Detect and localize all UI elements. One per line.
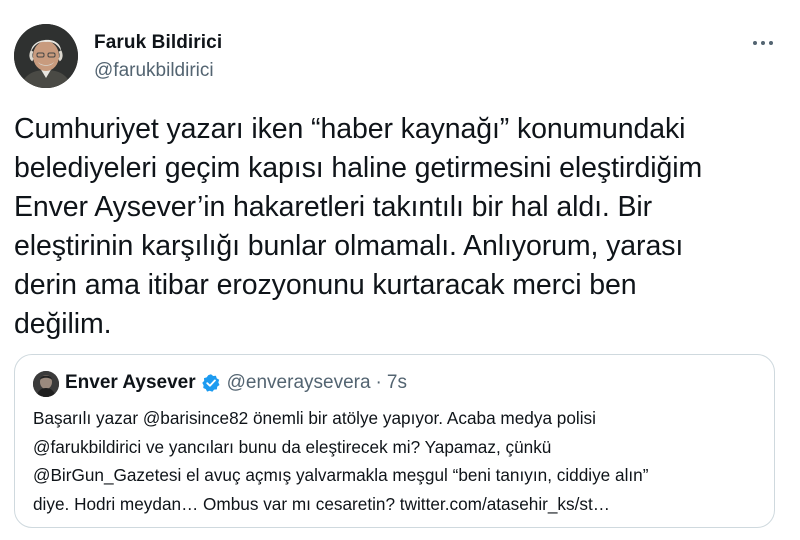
tweet-text-line: Cumhuriyet yazarı iken “haber kaynağı” k…: [14, 113, 686, 145]
quoted-text-line: @BirGun_Gazetesi el avuç açmış yalvarmak…: [33, 465, 649, 486]
author-name[interactable]: Faruk Bildirici: [94, 32, 222, 54]
tweet-text-line: değilim.: [14, 308, 112, 340]
tweet-text: Cumhuriyet yazarı iken “haber kaynağı” k…: [14, 110, 794, 344]
author-avatar[interactable]: [14, 24, 78, 88]
tweet-text-line: belediyeleri geçim kapısı haline getirme…: [14, 152, 703, 184]
quoted-author-avatar[interactable]: [33, 371, 59, 397]
quoted-tweet[interactable]: Enver Aysever @enveraysevera · 7s Başarı…: [14, 354, 775, 528]
quoted-text-line: Başarılı yazar @barisince82 önemli bir a…: [33, 408, 596, 428]
quoted-text: Başarılı yazar @barisince82 önemli bir a…: [33, 404, 768, 518]
tweet-card: Faruk Bildirici @farukbildirici Cumhuriy…: [0, 0, 800, 540]
more-horizontal-icon[interactable]: [748, 28, 778, 58]
tweet-text-line: eleştirinin karşılığı bunlar olmamalı. A…: [14, 230, 684, 262]
tweet-text-line: Enver Aysever’in hakaretleri takıntılı b…: [14, 191, 653, 223]
quoted-text-line: diye. Hodri meydan… Ombus var mı cesaret…: [33, 493, 610, 514]
quoted-timestamp[interactable]: 7s: [387, 372, 407, 394]
quoted-header: Enver Aysever @enveraysevera · 7s: [65, 372, 407, 394]
quoted-author-name[interactable]: Enver Aysever: [65, 372, 196, 394]
tweet-text-line: derin ama itibar erozyonunu kurtaracak m…: [14, 269, 637, 301]
quoted-text-line: @farukbildirici ve yancıları bunu da ele…: [33, 436, 552, 457]
quoted-author-handle[interactable]: @enveraysevera: [227, 372, 371, 394]
separator-dot: ·: [375, 372, 382, 393]
verified-badge-icon: [201, 373, 221, 393]
author-handle[interactable]: @farukbildirici: [94, 60, 214, 82]
